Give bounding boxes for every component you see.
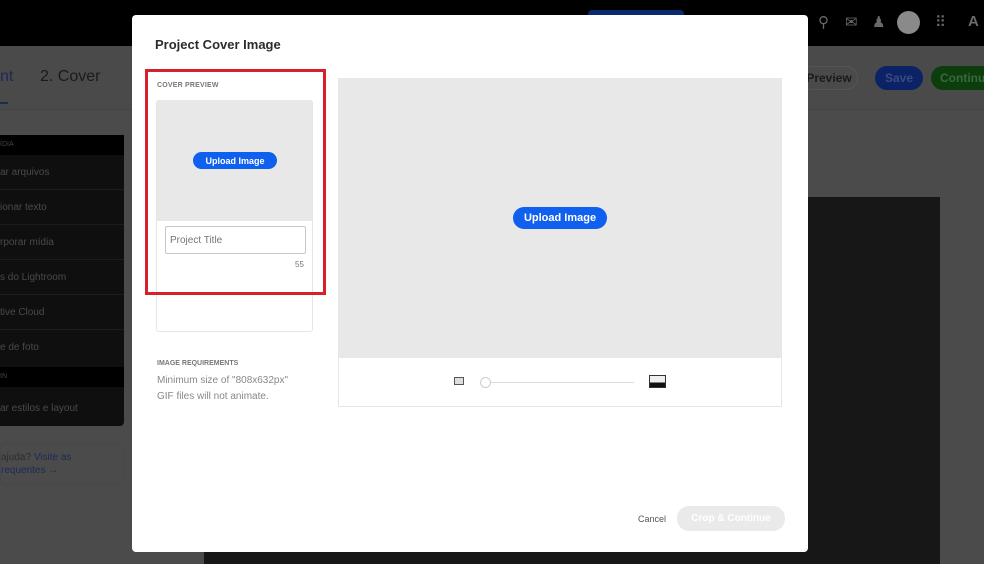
cancel-button[interactable]: Cancel <box>638 514 666 524</box>
crop-image-area[interactable]: Upload Image <box>338 78 782 358</box>
apps-grid-icon[interactable]: ⠿ <box>935 13 946 31</box>
adobe-logo-icon[interactable]: A <box>968 13 979 30</box>
save-button[interactable]: Save <box>875 66 923 90</box>
sidebar-panel: ÍDIA ar arquivos ionar texto rporar mídi… <box>0 135 124 426</box>
continue-button[interactable]: Continue <box>931 66 984 90</box>
sidebar-item[interactable]: ar estilos e layout <box>0 391 124 426</box>
avatar[interactable] <box>897 11 920 34</box>
help-link-2[interactable]: requentes → <box>1 465 58 476</box>
crop-continue-button[interactable]: Crop & Continue <box>677 506 785 531</box>
help-text: ajuda? <box>1 452 32 463</box>
preview-button[interactable]: Preview <box>800 66 858 90</box>
sidebar-item[interactable]: s do Lightroom <box>0 260 124 295</box>
sidebar-item[interactable]: ar arquivos <box>0 155 124 190</box>
zoom-slider-handle[interactable] <box>480 377 491 388</box>
project-cover-modal: Project Cover Image COVER PREVIEW Upload… <box>132 15 808 552</box>
bell-icon[interactable]: ♟ <box>872 13 885 31</box>
upload-image-button-large[interactable]: Upload Image <box>513 207 607 229</box>
mail-icon[interactable]: ✉ <box>845 13 858 31</box>
sidebar-item[interactable]: ionar texto <box>0 190 124 225</box>
help-link[interactable]: Visite as <box>34 452 72 463</box>
modal-title: Project Cover Image <box>155 37 281 52</box>
sidebar-section-design: IN <box>0 367 124 387</box>
requirement-size: Minimum size of "808x632px" <box>157 375 289 386</box>
image-requirements-label: IMAGE REQUIREMENTS <box>157 360 239 367</box>
sidebar-item[interactable]: e de foto <box>0 330 124 365</box>
highlight-box <box>145 69 326 295</box>
sidebar-item[interactable]: rporar mídia <box>0 225 124 260</box>
zoom-slider-track[interactable] <box>484 382 634 383</box>
tab-cover[interactable]: 2. Cover <box>40 68 100 86</box>
requirement-gif: GIF files will not animate. <box>157 391 269 402</box>
tab-content[interactable]: nt <box>0 68 13 86</box>
help-box: ajuda? Visite as requentes → <box>0 443 124 485</box>
tab-underline <box>0 102 8 104</box>
sidebar-section-media: ÍDIA <box>0 135 124 155</box>
search-icon[interactable]: ⚲ <box>818 13 829 31</box>
image-small-icon <box>454 377 464 385</box>
image-large-icon <box>649 375 666 388</box>
sidebar-item[interactable]: tive Cloud <box>0 295 124 330</box>
